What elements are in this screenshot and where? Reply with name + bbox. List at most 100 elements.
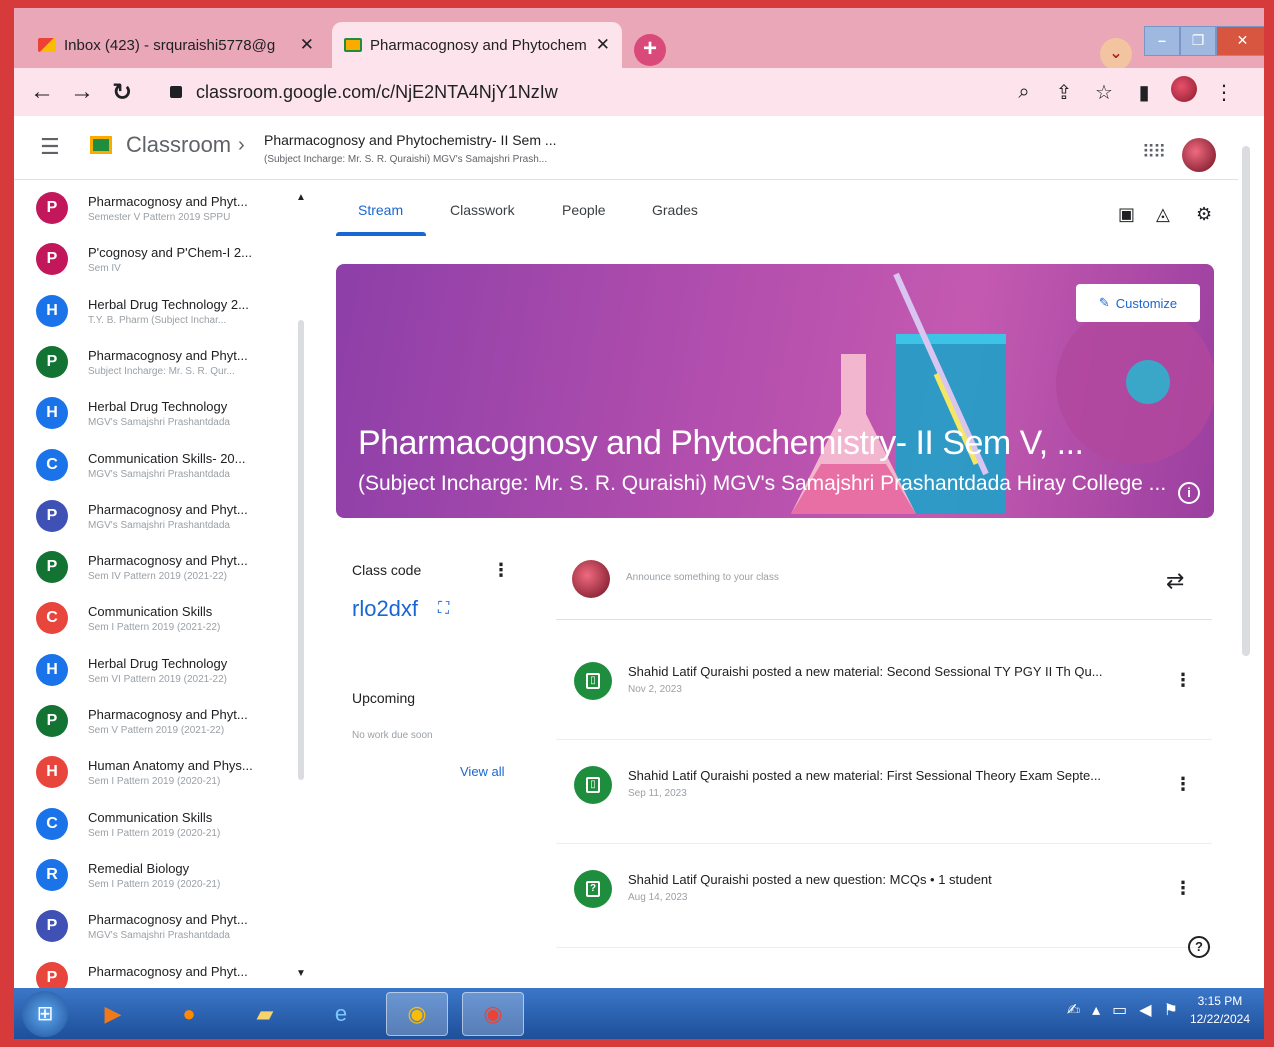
- more-vert-icon[interactable]: ⋮: [492, 560, 510, 581]
- volume-icon[interactable]: ◀: [1139, 1000, 1151, 1020]
- system-tray: ✍ ▴ ▭ ◀ ⚑ 3:15 PM 12/22/2024: [1067, 992, 1250, 1028]
- info-icon[interactable]: i: [1178, 482, 1200, 504]
- close-icon[interactable]: ✕: [300, 35, 314, 55]
- sidebar-course-item[interactable]: P Pharmacognosy and Phyt... Semester V Pat…: [14, 182, 294, 234]
- close-icon[interactable]: ✕: [596, 35, 610, 55]
- media-player-icon[interactable]: ▶: [82, 992, 144, 1036]
- sidebar-course-item[interactable]: P Pharmacognosy and Phyt... MGV's Samajshr…: [14, 490, 294, 542]
- customize-label: Customize: [1115, 295, 1178, 311]
- sidebar-scrollbar[interactable]: [296, 200, 306, 820]
- start-button[interactable]: ⊞: [22, 990, 68, 1037]
- calendar-icon[interactable]: ▣: [1118, 204, 1135, 225]
- network-icon[interactable]: ▭: [1112, 1000, 1127, 1020]
- tab-stream[interactable]: Stream: [358, 202, 403, 218]
- tab-classroom[interactable]: Pharmacognosy and Phytochem ✕: [332, 22, 622, 68]
- settings-gear-icon[interactable]: ⚙: [1196, 204, 1212, 225]
- main-scrollbar[interactable]: [1240, 140, 1252, 660]
- course-name: P'cognosy and P'Chem-I 2...: [88, 245, 252, 261]
- breadcrumb-course-title[interactable]: Pharmacognosy and Phytochemistry- II Sem…: [264, 132, 557, 148]
- bookmark-star-icon[interactable]: ☆: [1084, 80, 1124, 105]
- search-icon[interactable]: ⌕: [1004, 81, 1044, 104]
- sidebar-course-item[interactable]: H Herbal Drug Technology MGV's Samajshri P…: [14, 387, 294, 439]
- course-subtitle: MGV's Samajshri Prashantdada: [88, 519, 230, 531]
- sidebar-course-item[interactable]: H Herbal Drug Technology Sem VI Pattern 20…: [14, 644, 294, 696]
- sidebar-course-item[interactable]: P Pharmacognosy and Phyt... Subject Inchar…: [14, 336, 294, 388]
- window-close-button[interactable]: ✕: [1216, 26, 1269, 56]
- post-text[interactable]: Shahid Latif Quraishi posted a new quest…: [628, 872, 1148, 887]
- internet-explorer-icon[interactable]: e: [310, 992, 372, 1036]
- more-vert-icon[interactable]: ⋮: [1174, 774, 1192, 795]
- course-name: Pharmacognosy and Phyt...: [88, 963, 248, 979]
- tab-search-button[interactable]: ⌄: [1100, 38, 1132, 70]
- maximize-button[interactable]: ❐: [1180, 26, 1216, 56]
- file-explorer-icon[interactable]: ▰: [234, 992, 296, 1036]
- sidebar-course-item[interactable]: P Pharmacognosy and Phyt... Sem IV Pattern…: [14, 541, 294, 593]
- windows-taskbar: ⊞ ▶ ● ▰ e ◉ ◉ ✍ ▴ ▭ ◀ ⚑ 3:15 PM 12/22/20…: [14, 988, 1264, 1039]
- sidebar-course-item[interactable]: P Pharmacognosy and Phyt... Sem V Pattern …: [14, 695, 294, 747]
- stream-post[interactable]: ▯ Shahid Latif Quraishi posted a new mate…: [556, 752, 1212, 844]
- sidebar-course-item[interactable]: H Herbal Drug Technology 2... T.Y. B. Phar…: [14, 285, 294, 337]
- tab-people[interactable]: People: [562, 202, 606, 218]
- drive-folder-icon[interactable]: ◬: [1156, 204, 1170, 225]
- customize-button[interactable]: ✎ Customize: [1076, 284, 1200, 322]
- help-icon[interactable]: ?: [1188, 936, 1210, 958]
- banner-subtitle: (Subject Incharge: Mr. S. R. Quraishi) M…: [358, 472, 1167, 495]
- reload-icon[interactable]: ↻: [102, 78, 142, 107]
- sidebar-course-item[interactable]: C Communication Skills Sem I Pattern 2019 …: [14, 592, 294, 644]
- tab-grades[interactable]: Grades: [652, 202, 698, 218]
- account-avatar[interactable]: [1182, 138, 1216, 172]
- browser-tab-strip: Inbox (423) - srquraishi5778@g ✕ Pharmac…: [14, 8, 1269, 70]
- post-text[interactable]: Shahid Latif Quraishi posted a new mater…: [628, 768, 1148, 783]
- sidebar-course-item[interactable]: H Human Anatomy and Phys... Sem I Pattern …: [14, 746, 294, 798]
- forward-arrow-icon[interactable]: →: [62, 78, 102, 106]
- sidebar-course-item[interactable]: R Remedial Biology Sem I Pattern 2019 (202…: [14, 849, 294, 901]
- url-text[interactable]: classroom.google.com/c/NjE2NTA4NjY1NzIw: [196, 82, 1004, 103]
- clock[interactable]: 3:15 PM 12/22/2024: [1190, 992, 1250, 1028]
- classroom-header: ☰ Classroom › Pharmacognosy and Phytoche…: [14, 116, 1238, 180]
- stream-post[interactable]: ▯ Shahid Latif Quraishi posted a new mate…: [556, 648, 1212, 740]
- announce-box[interactable]: Announce something to your class ⇄: [556, 548, 1212, 620]
- minimize-button[interactable]: –: [1144, 26, 1180, 56]
- new-tab-button[interactable]: +: [634, 34, 666, 66]
- sidebar-course-item[interactable]: P Pharmacognosy and Phyt... MGV's Samajshr…: [14, 900, 294, 952]
- course-name: Pharmacognosy and Phyt...: [88, 501, 248, 517]
- course-name: Herbal Drug Technology: [88, 655, 228, 671]
- fullscreen-icon[interactable]: ⛶: [438, 600, 449, 618]
- more-vert-icon[interactable]: ⋮: [1174, 878, 1192, 899]
- material-icon: ▯: [574, 766, 612, 804]
- sidebar-course-item[interactable]: C Communication Skills Sem I Pattern 2019 …: [14, 798, 294, 850]
- back-arrow-icon[interactable]: ←: [22, 78, 62, 106]
- stream-post[interactable]: ? Shahid Latif Quraishi posted a new ques…: [556, 856, 1212, 948]
- main-menu-icon[interactable]: ☰: [40, 134, 60, 160]
- app-title[interactable]: Classroom: [126, 132, 231, 158]
- google-apps-icon[interactable]: ⠿⠿: [1142, 142, 1166, 163]
- action-center-flag-icon[interactable]: ⚑: [1164, 1000, 1178, 1020]
- scroll-down-arrow-icon[interactable]: ▼: [296, 968, 306, 979]
- profile-icon[interactable]: [1164, 76, 1204, 108]
- firefox-icon[interactable]: ●: [158, 992, 220, 1036]
- breadcrumb-chevron-icon: ›: [238, 134, 245, 156]
- show-hidden-icons[interactable]: ▴: [1092, 1000, 1100, 1020]
- share-icon[interactable]: ⇪: [1044, 80, 1084, 105]
- tab-classwork[interactable]: Classwork: [450, 202, 515, 218]
- announce-placeholder[interactable]: Announce something to your class: [626, 572, 779, 583]
- tab-gmail[interactable]: Inbox (423) - srquraishi5778@g ✕: [26, 22, 326, 68]
- address-bar[interactable]: classroom.google.com/c/NjE2NTA4NjY1NzIw …: [164, 72, 1244, 112]
- sidebar-course-item[interactable]: P Pharmacognosy and Phyt...: [14, 952, 294, 988]
- course-name: Human Anatomy and Phys...: [88, 758, 253, 774]
- course-subtitle: Sem I Pattern 2019 (2020-21): [88, 878, 221, 890]
- repost-icon[interactable]: ⇄: [1166, 568, 1184, 594]
- sidebar-course-item[interactable]: C Communication Skills- 20... MGV's Samajs…: [14, 439, 294, 491]
- tab-label: Inbox (423) - srquraishi5778@g: [64, 36, 276, 54]
- chrome-icon[interactable]: ◉: [462, 991, 524, 1036]
- chrome-menu-icon[interactable]: ⋮: [1204, 80, 1244, 105]
- pen-input-icon[interactable]: ✍: [1067, 1000, 1080, 1020]
- post-text[interactable]: Shahid Latif Quraishi posted a new mater…: [628, 664, 1148, 679]
- course-subtitle: MGV's Samajshri Prashantdada: [88, 417, 230, 429]
- more-vert-icon[interactable]: ⋮: [1174, 670, 1192, 691]
- sidebar-course-item[interactable]: P P'cognosy and P'Chem-I 2... Sem IV: [14, 233, 294, 285]
- chrome-icon[interactable]: ◉: [386, 991, 448, 1036]
- classroom-logo-icon[interactable]: [90, 136, 112, 154]
- sidepanel-icon[interactable]: ▮: [1124, 80, 1164, 105]
- view-all-link[interactable]: View all: [460, 764, 505, 779]
